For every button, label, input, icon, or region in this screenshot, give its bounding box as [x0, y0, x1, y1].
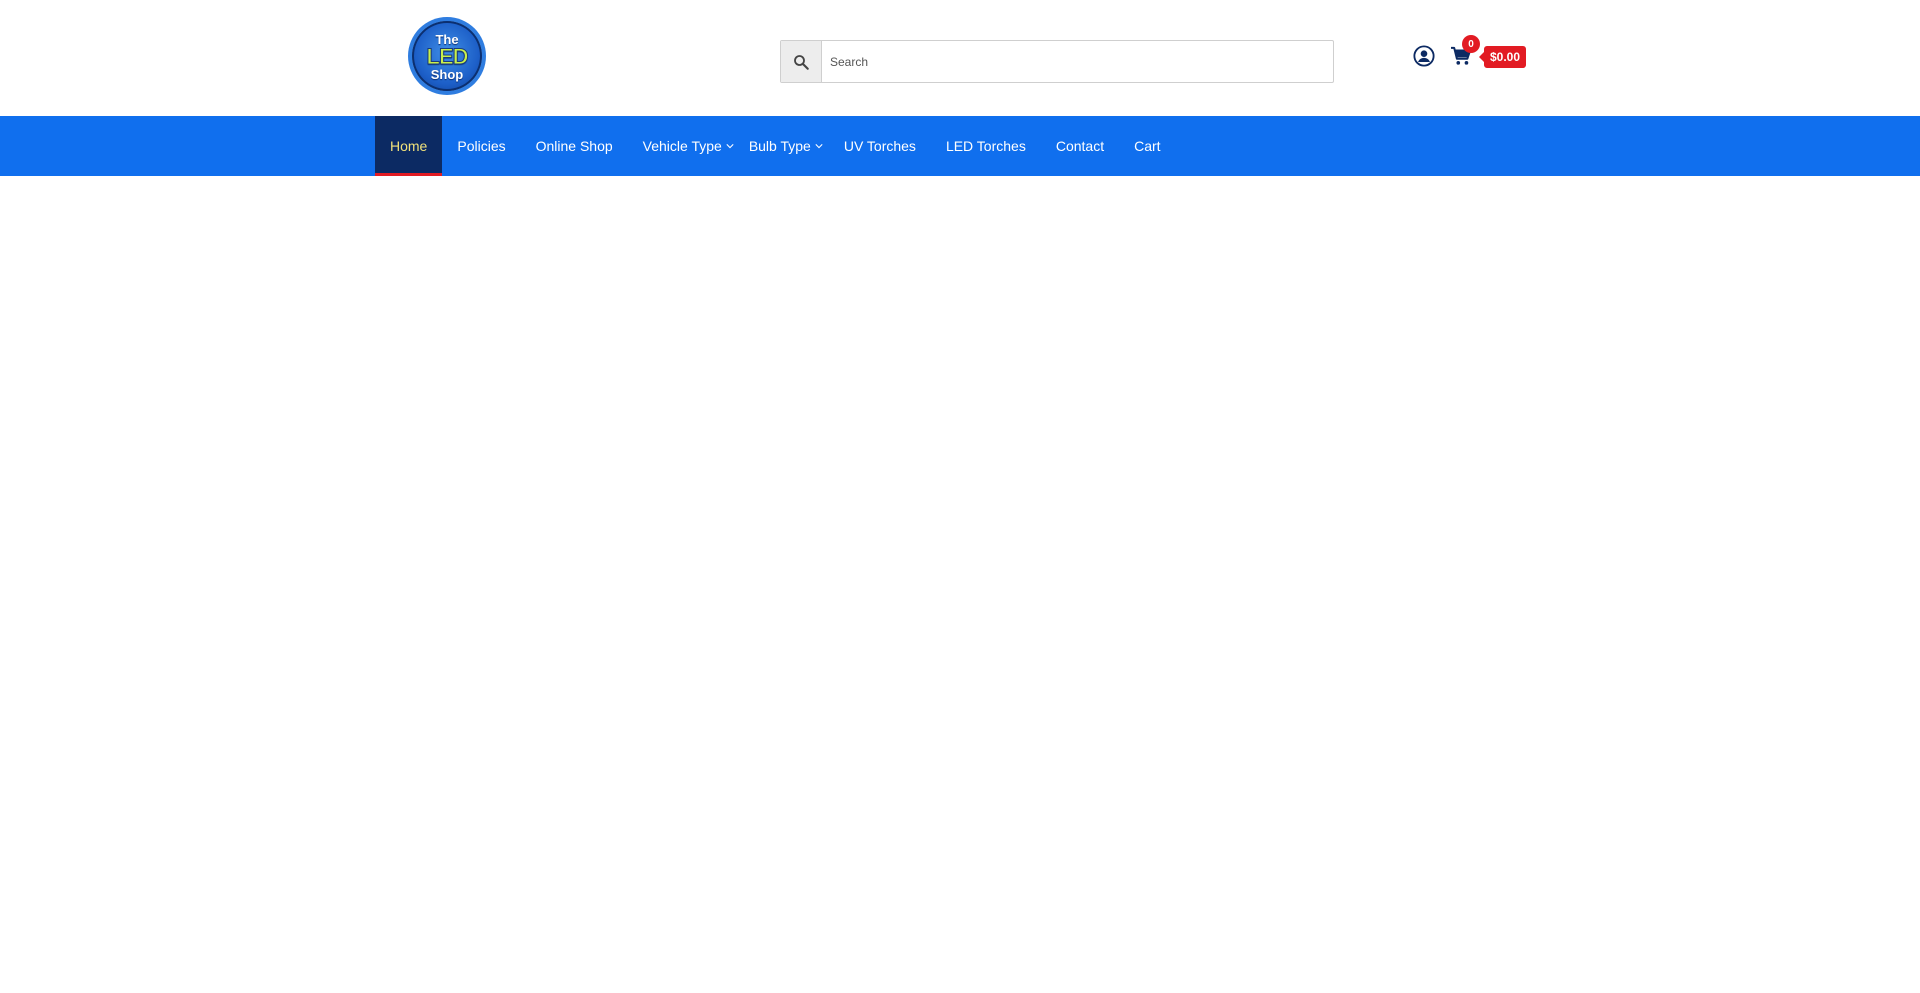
nav-item-label: LED Torches — [945, 138, 1026, 154]
search-icon — [794, 54, 809, 70]
cart-total-badge[interactable]: $0.00 — [1478, 46, 1527, 68]
nav-item-label: Bulb Type — [748, 138, 811, 154]
nav-item-label: Home — [390, 138, 428, 154]
logo-shop-text: Shop — [430, 67, 464, 82]
nav-item-bulb-type[interactable]: Bulb Type — [749, 116, 823, 176]
chevron-down-icon — [726, 144, 734, 149]
nav-menu: Home Policies Online Shop Vehicle Type B… — [375, 116, 1176, 176]
nav-item-vehicle-type[interactable]: Vehicle Type — [628, 116, 734, 176]
nav-item-label: Vehicle Type — [642, 138, 722, 154]
site-header: The LED Shop 0 $0.00 — [0, 0, 1920, 116]
cart-count-badge: 0 — [1462, 35, 1480, 53]
chevron-down-icon — [815, 144, 823, 149]
nav-item-contact[interactable]: Contact — [1041, 116, 1119, 176]
nav-item-label: Policies — [457, 138, 506, 154]
nav-item-label: Contact — [1055, 138, 1105, 154]
search-input[interactable] — [822, 41, 1333, 82]
nav-item-uv-torches[interactable]: UV Torches — [838, 116, 931, 176]
nav-item-cart[interactable]: Cart — [1119, 116, 1175, 176]
nav-item-home[interactable]: Home — [375, 116, 443, 176]
site-logo[interactable]: The LED Shop — [412, 21, 482, 91]
main-navigation: Home Policies Online Shop Vehicle Type B… — [0, 116, 1920, 176]
nav-item-label: Cart — [1134, 138, 1161, 154]
nav-item-online-shop[interactable]: Online Shop — [521, 116, 628, 176]
nav-item-label: Online Shop — [535, 138, 613, 154]
logo-led-text: LED — [426, 44, 469, 69]
nav-item-led-torches[interactable]: LED Torches — [931, 116, 1041, 176]
search-button[interactable] — [781, 41, 822, 82]
account-circle-icon[interactable] — [1413, 45, 1435, 67]
nav-item-label: UV Torches — [843, 138, 916, 154]
nav-item-policies[interactable]: Policies — [442, 116, 520, 176]
search-bar — [780, 40, 1334, 83]
